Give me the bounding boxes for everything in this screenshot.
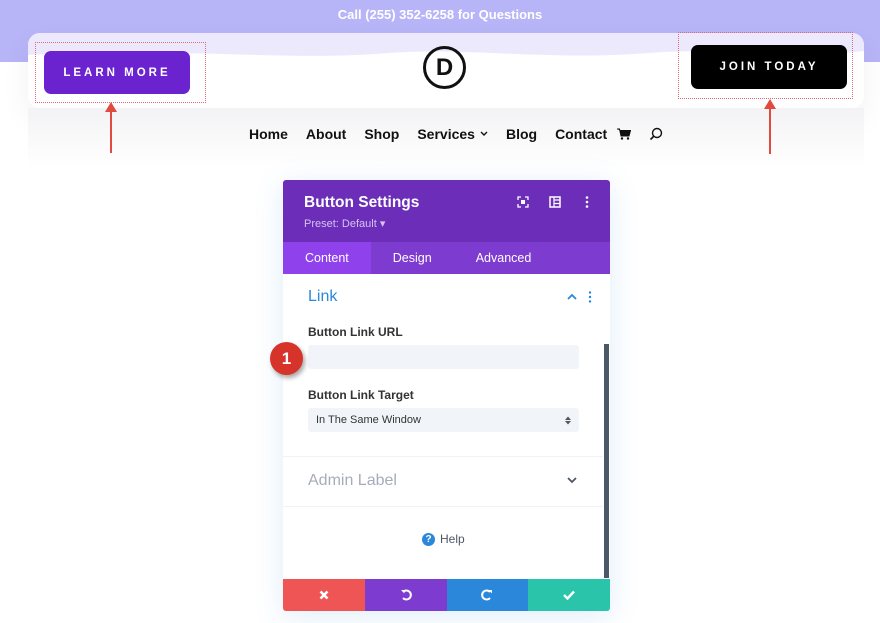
select-value: In The Same Window: [316, 414, 421, 426]
panel-tabs: Content Design Advanced: [283, 242, 610, 274]
tab-advanced[interactable]: Advanced: [454, 242, 554, 274]
scrollbar[interactable]: [604, 344, 609, 578]
select-arrows-icon: [565, 416, 571, 425]
save-button[interactable]: [528, 579, 610, 611]
redo-button[interactable]: [446, 579, 529, 611]
logo-letter: D: [435, 53, 454, 81]
nav-item-about[interactable]: About: [306, 126, 346, 142]
divider: [283, 456, 603, 457]
chevron-down-icon[interactable]: [567, 473, 577, 487]
tab-design[interactable]: Design: [371, 242, 454, 274]
nav-label: Shop: [364, 126, 400, 142]
button-link-target-select[interactable]: In The Same Window: [308, 408, 579, 432]
more-icon[interactable]: [580, 195, 594, 209]
cancel-button[interactable]: [283, 579, 365, 611]
panel-title: Button Settings: [304, 194, 420, 211]
nav-item-services[interactable]: Services: [417, 126, 488, 142]
split-view-icon[interactable]: [548, 195, 562, 209]
help-label: Help: [440, 532, 465, 546]
chevron-down-icon: [480, 131, 488, 136]
arrow-up-icon: [105, 102, 117, 153]
cart-icon[interactable]: [617, 128, 632, 140]
button-link-url-input[interactable]: [308, 345, 579, 369]
check-icon: [563, 590, 576, 600]
section-title-link[interactable]: Link: [308, 288, 337, 306]
button-link-url-label: Button Link URL: [308, 325, 403, 339]
nav-label: Contact: [555, 126, 608, 142]
redo-icon: [481, 589, 493, 601]
button-settings-panel: Button Settings Preset: Default ▾ Conten…: [283, 180, 610, 611]
nav-item-contact[interactable]: Contact: [555, 126, 607, 142]
section-title-admin-label[interactable]: Admin Label: [308, 472, 397, 490]
preset-selector[interactable]: Preset: Default ▾: [304, 217, 385, 230]
panel-body: Link Button Link URL Button Link Target …: [283, 274, 610, 579]
divider: [283, 506, 603, 507]
page: Call (255) 352-6258 for Questions LEARN …: [0, 0, 880, 623]
undo-icon: [400, 589, 412, 601]
panel-header[interactable]: Button Settings Preset: Default ▾: [283, 180, 610, 242]
section-more-icon[interactable]: [588, 290, 592, 308]
help-icon: ?: [422, 532, 435, 546]
logo[interactable]: D: [423, 46, 466, 89]
nav-label: Home: [249, 126, 288, 142]
step-badge: 1: [270, 342, 303, 375]
close-icon: [319, 590, 329, 600]
focus-icon[interactable]: [516, 195, 530, 209]
nav-item-home[interactable]: Home: [249, 126, 288, 142]
tab-content[interactable]: Content: [283, 242, 371, 274]
nav-label: About: [305, 126, 347, 142]
arrow-up-icon: [764, 99, 776, 154]
topbar-phone-text: Call (255) 352-6258 for Questions: [337, 7, 543, 22]
highlight-box-right: [678, 32, 853, 99]
chevron-up-icon[interactable]: [567, 289, 577, 303]
search-icon[interactable]: [649, 127, 663, 141]
main-nav: Home About Shop Services Blog Contact: [249, 126, 663, 142]
nav-label: Services: [417, 126, 475, 142]
button-link-target-label: Button Link Target: [308, 388, 414, 402]
highlight-box-left: [35, 42, 206, 103]
nav-item-blog[interactable]: Blog: [506, 126, 537, 142]
panel-header-icons: [516, 195, 594, 209]
nav-label: Blog: [505, 126, 538, 142]
help-link[interactable]: ? Help: [422, 532, 465, 546]
undo-button[interactable]: [364, 579, 447, 611]
nav-item-shop[interactable]: Shop: [364, 126, 399, 142]
panel-footer: [283, 579, 610, 611]
